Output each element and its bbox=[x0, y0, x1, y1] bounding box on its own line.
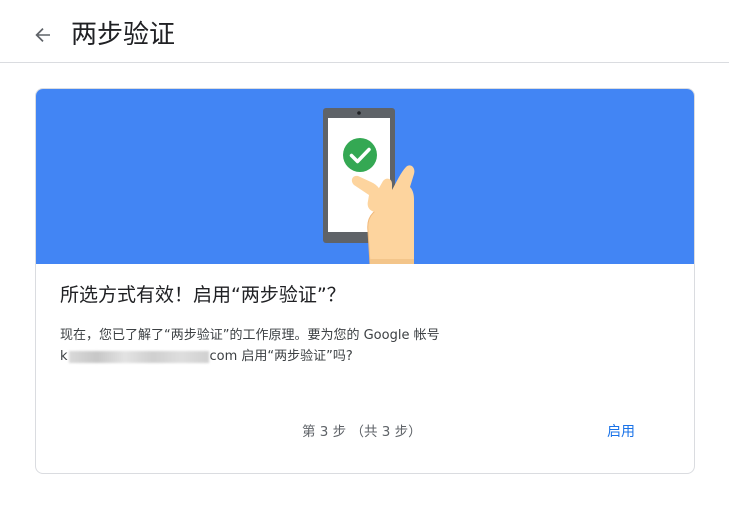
app-header: 两步验证 bbox=[0, 0, 729, 63]
email-end: com bbox=[209, 349, 238, 364]
phone-checkmark-icon bbox=[323, 108, 415, 264]
step-indicator: 第 3 步 （共 3 步） bbox=[302, 424, 422, 440]
email-start: k bbox=[60, 349, 68, 364]
enable-button[interactable]: 启用 bbox=[597, 415, 645, 449]
card-title: 所选方式有效！启用“两步验证”？ bbox=[60, 284, 346, 306]
description-text: 现在，您已了解了“两步验证”的工作原理。要为您的 Google 帐号 bbox=[60, 328, 440, 343]
arrow-back-icon bbox=[35, 28, 50, 42]
back-button[interactable] bbox=[28, 20, 58, 50]
redacted-email bbox=[68, 350, 209, 363]
card-description: 现在，您已了解了“两步验证”的工作原理。要为您的 Google 帐号 k com … bbox=[60, 325, 530, 367]
description-suffix: 启用“两步验证”吗? bbox=[237, 349, 353, 364]
illustration-banner bbox=[36, 89, 694, 264]
page-title: 两步验证 bbox=[71, 20, 176, 50]
confirmation-card: 所选方式有效！启用“两步验证”？ 现在，您已了解了“两步验证”的工作原理。要为您… bbox=[35, 88, 695, 474]
